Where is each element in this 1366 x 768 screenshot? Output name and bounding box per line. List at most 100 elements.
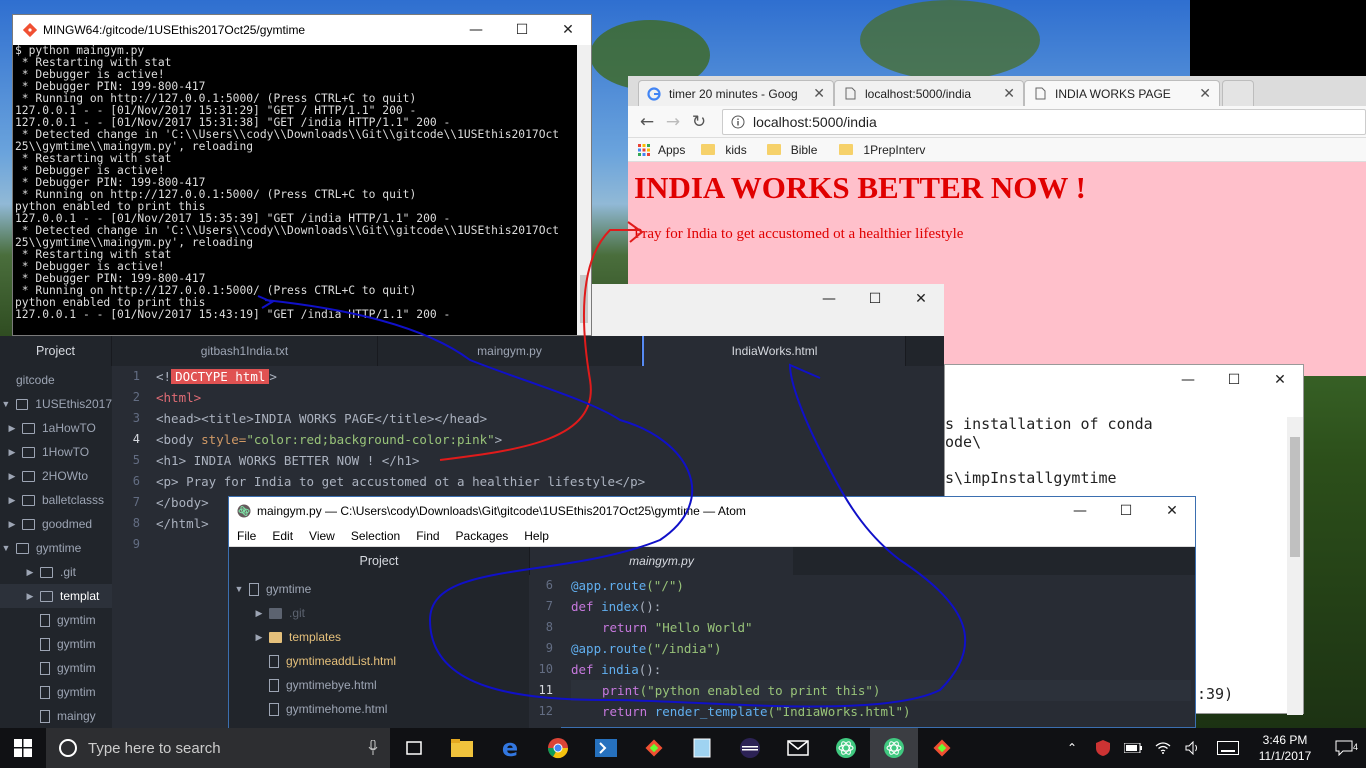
bookmark-bible[interactable]: Bible (766, 143, 817, 157)
back-arrow-icon[interactable]: ← (634, 112, 660, 132)
menu-selection[interactable]: Selection (343, 529, 408, 543)
file-explorer-icon[interactable] (438, 728, 486, 768)
code-token: ("python enabled to print this") (639, 683, 881, 698)
minimize-icon[interactable]: — (806, 291, 852, 307)
microphone-icon[interactable] (368, 740, 378, 756)
eclipse-icon[interactable] (726, 728, 774, 768)
scroll-thumb[interactable] (580, 275, 588, 323)
code-editor[interactable]: @app.route("/") def index(): return "Hel… (571, 575, 1191, 722)
volume-icon[interactable] (1178, 741, 1208, 755)
tree-item[interactable]: gymtimeaddList.html (229, 649, 529, 673)
maximize-icon[interactable]: ☐ (499, 22, 545, 38)
scroll-thumb[interactable] (1290, 437, 1300, 557)
chrome-browser-icon[interactable] (534, 728, 582, 768)
tree-item[interactable]: gymtimehome.html (229, 697, 529, 721)
powershell-icon[interactable] (582, 728, 630, 768)
line-number: 9 (132, 537, 140, 551)
info-icon[interactable] (731, 115, 745, 129)
tree-item[interactable]: ▶ templates (229, 625, 529, 649)
close-icon[interactable]: ✕ (1257, 372, 1303, 388)
terminal-scrollbar[interactable] (577, 45, 591, 335)
tree-item[interactable]: ▶ goodmed (0, 512, 112, 536)
chrome-tab-india-works[interactable]: INDIA WORKS PAGE ✕ (1024, 80, 1220, 106)
git-gui-icon[interactable] (630, 728, 678, 768)
cmd-scrollbar[interactable] (1287, 417, 1303, 715)
maximize-icon[interactable]: ☐ (1211, 372, 1257, 388)
background-window: — ☐ ✕ (592, 284, 944, 336)
chevron-up-icon[interactable]: ⌃ (1056, 741, 1088, 755)
tab-maingym[interactable]: maingym.py (378, 336, 642, 366)
close-tab-icon[interactable]: ✕ (1199, 85, 1211, 102)
tree-item[interactable]: ▶ .git (0, 560, 112, 584)
keyboard-icon[interactable] (1208, 741, 1248, 755)
menu-help[interactable]: Help (516, 529, 557, 543)
taskbar-search-box[interactable]: Type here to search (46, 728, 390, 768)
start-button[interactable] (0, 728, 46, 768)
forward-arrow-icon[interactable]: → (660, 112, 686, 132)
notepad-icon[interactable] (678, 728, 726, 768)
tree-item[interactable]: maingy (0, 704, 112, 728)
bookmark-1prepinterv[interactable]: 1PrepInterv (839, 143, 925, 157)
tree-item[interactable]: ▶ balletclasss (0, 488, 112, 512)
tree-item-label: gymtim (57, 637, 96, 651)
atom-app-icon-active[interactable] (870, 728, 918, 768)
menu-view[interactable]: View (301, 529, 343, 543)
bookmark-kids[interactable]: kids (701, 143, 747, 157)
tab-maingym[interactable]: maingym.py (529, 547, 793, 575)
minimize-icon[interactable]: — (1165, 372, 1211, 388)
battery-icon[interactable] (1118, 743, 1148, 753)
wifi-icon[interactable] (1148, 742, 1178, 754)
bookmark-label: 1PrepInterv (863, 142, 926, 157)
tree-item[interactable]: ▼ 1USEthis2017 (0, 392, 112, 416)
chrome-tab-timer[interactable]: timer 20 minutes - Goog ✕ (638, 80, 834, 106)
tree-item[interactable]: ▶ templat (0, 584, 112, 608)
tree-item[interactable]: gymtim (0, 608, 112, 632)
new-tab-button[interactable] (1222, 80, 1254, 106)
close-icon[interactable]: ✕ (1149, 503, 1195, 519)
action-center-icon[interactable]: 4 (1322, 740, 1366, 756)
chrome-tab-localhost[interactable]: localhost:5000/india ✕ (834, 80, 1024, 106)
chevron-right-icon: ▶ (8, 422, 16, 433)
line-number: 8 (545, 620, 553, 634)
tab-label: timer 20 minutes - Goog (669, 86, 798, 101)
tree-item[interactable]: ▶ 1HowTO (0, 440, 112, 464)
file-icon (40, 637, 50, 651)
menu-find[interactable]: Find (408, 529, 447, 543)
menu-file[interactable]: File (229, 529, 264, 543)
tree-item[interactable]: ▼ gymtime (229, 577, 529, 601)
terminal-output[interactable]: $ python maingym.py * Restarting with st… (13, 45, 591, 335)
tab-gitbash1india[interactable]: gitbash1India.txt (112, 336, 378, 366)
tree-item[interactable]: ▼ gymtime (0, 536, 112, 560)
close-icon[interactable]: ✕ (898, 291, 944, 307)
close-icon[interactable]: ✕ (545, 22, 591, 38)
address-bar[interactable]: localhost:5000/india (722, 108, 1366, 135)
tree-item[interactable]: gymtim (0, 632, 112, 656)
bookmark-apps[interactable]: Apps (638, 143, 685, 157)
tree-item[interactable]: ▶ 2HOWto (0, 464, 112, 488)
tree-item[interactable]: gymtim (0, 680, 112, 704)
security-shield-icon[interactable] (1088, 740, 1118, 756)
tree-item[interactable]: ▶ .git (229, 601, 529, 625)
minimize-icon[interactable]: — (1057, 503, 1103, 519)
tree-item[interactable]: gitcode (0, 368, 112, 392)
maximize-icon[interactable]: ☐ (1103, 503, 1149, 519)
tree-item-label: goodmed (42, 517, 93, 531)
git-bash-taskbar-icon[interactable] (918, 728, 966, 768)
mail-icon[interactable] (774, 728, 822, 768)
menu-edit[interactable]: Edit (264, 529, 301, 543)
menu-packages[interactable]: Packages (448, 529, 517, 543)
task-view-icon[interactable] (390, 728, 438, 768)
tree-item[interactable]: gymtim (0, 656, 112, 680)
atom-window-title: maingym.py — C:\Users\cody\Downloads\Git… (257, 504, 746, 518)
close-tab-icon[interactable]: ✕ (813, 85, 825, 102)
minimize-icon[interactable]: — (453, 22, 499, 38)
taskbar-clock[interactable]: 3:46 PM 11/1/2017 (1248, 732, 1322, 764)
tab-indiaworks[interactable]: IndiaWorks.html (642, 336, 906, 366)
close-tab-icon[interactable]: ✕ (1003, 85, 1015, 102)
edge-browser-icon[interactable]: e (486, 728, 534, 768)
tree-item[interactable]: gymtimebye.html (229, 673, 529, 697)
atom-app-icon[interactable] (822, 728, 870, 768)
tree-item[interactable]: ▶ 1aHowTO (0, 416, 112, 440)
reload-icon[interactable]: ↻ (686, 112, 712, 132)
maximize-icon[interactable]: ☐ (852, 291, 898, 307)
